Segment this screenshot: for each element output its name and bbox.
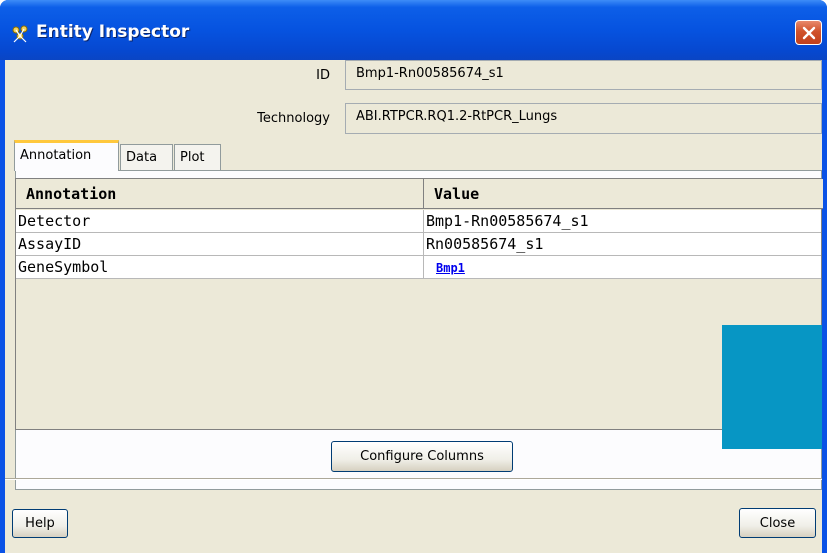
close-window-button[interactable] <box>795 20 822 45</box>
close-icon <box>802 26 816 40</box>
gene-symbol-link[interactable]: Bmp1 <box>436 261 465 275</box>
value-cell: Bmp1-Rn00585674_s1 <box>424 210 821 233</box>
column-header-annotation[interactable]: Annotation <box>16 179 424 209</box>
value-cell: Bmp1 <box>424 256 821 279</box>
tab-plot[interactable]: Plot <box>174 144 221 170</box>
technology-label: Technology <box>257 111 330 126</box>
value-cell: Rn00585674_s1 <box>424 233 821 256</box>
window-title: Entity Inspector <box>36 22 190 42</box>
divider <box>5 478 822 480</box>
annotation-cell: Detector <box>16 210 424 233</box>
entity-inspector-window: Entity Inspector ID Bmp1-Rn00585674_s1 T… <box>0 0 827 553</box>
title-bar[interactable]: Entity Inspector <box>0 0 827 60</box>
configure-columns-button[interactable]: Configure Columns <box>331 441 513 472</box>
annotation-cell: GeneSymbol <box>16 256 424 279</box>
overlay-block <box>722 325 822 449</box>
annotation-cell: AssayID <box>16 233 424 256</box>
entity-inspector-icon <box>10 24 32 44</box>
technology-field[interactable]: ABI.RTPCR.RQ1.2-RtPCR_Lungs <box>345 103 822 134</box>
table-row[interactable]: GeneSymbol Bmp1 <box>16 256 821 279</box>
annotation-table: Annotation Value Detector Bmp1-Rn0058567… <box>15 178 823 430</box>
help-button[interactable]: Help <box>12 509 68 538</box>
table-row[interactable]: AssayID Rn00585674_s1 <box>16 233 821 256</box>
tab-data[interactable]: Data <box>120 144 173 170</box>
tab-annotation[interactable]: Annotation <box>14 140 119 171</box>
column-header-value[interactable]: Value <box>424 179 823 209</box>
id-field[interactable]: Bmp1-Rn00585674_s1 <box>345 60 822 90</box>
close-button[interactable]: Close <box>739 508 816 538</box>
table-row[interactable]: Detector Bmp1-Rn00585674_s1 <box>16 210 821 233</box>
id-label: ID <box>316 68 330 83</box>
